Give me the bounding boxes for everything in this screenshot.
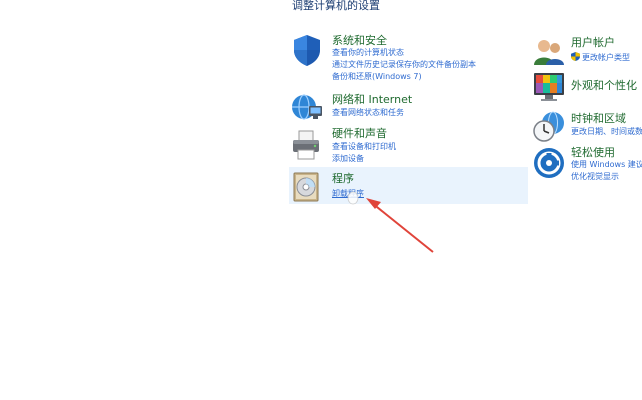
category-title-hardware-sound[interactable]: 硬件和声音 xyxy=(332,127,387,140)
category-title-user-accounts[interactable]: 用户帐户 xyxy=(571,36,615,49)
programs-disc-icon xyxy=(293,172,319,202)
category-hardware-sound[interactable] xyxy=(290,128,324,166)
ease-of-access-icon xyxy=(534,148,564,178)
category-title-network-internet[interactable]: 网络和 Internet xyxy=(332,93,412,106)
mouse-cursor-icon xyxy=(347,191,359,205)
link-add-device[interactable]: 添加设备 xyxy=(332,154,364,164)
link-network-status[interactable]: 查看网络状态和任务 xyxy=(332,108,404,118)
link-optimize-display[interactable]: 优化视觉显示 xyxy=(571,172,619,182)
network-globe-icon xyxy=(292,94,322,120)
category-network-internet[interactable] xyxy=(290,90,324,128)
category-ease-of-access[interactable] xyxy=(532,146,566,184)
page-heading: 调整计算机的设置 xyxy=(292,0,380,12)
category-system-security[interactable] xyxy=(290,33,324,71)
category-title-programs[interactable]: 程序 xyxy=(332,172,354,185)
clock-globe-icon xyxy=(533,111,564,142)
printer-icon xyxy=(293,130,319,160)
link-change-account-type-label: 更改帐户类型 xyxy=(582,53,630,62)
link-file-history[interactable]: 通过文件历史记录保存你的文件备份副本 xyxy=(332,60,476,70)
link-backup-restore[interactable]: 备份和还原(Windows 7) xyxy=(332,72,422,82)
link-devices-printers[interactable]: 查看设备和打印机 xyxy=(332,142,396,152)
appearance-monitor-icon xyxy=(534,73,564,101)
category-appearance[interactable] xyxy=(532,70,566,108)
category-user-accounts[interactable] xyxy=(532,35,566,73)
shield-icon xyxy=(294,35,320,66)
link-view-computer-status[interactable]: 查看你的计算机状态 xyxy=(332,48,404,58)
programs-hover-highlight xyxy=(289,167,528,204)
users-icon xyxy=(534,40,564,65)
category-title-clock-region[interactable]: 时钟和区域 xyxy=(571,112,626,125)
category-title-system-security[interactable]: 系统和安全 xyxy=(332,34,387,47)
link-change-date-time[interactable]: 更改日期、时间或数字格式 xyxy=(571,127,642,137)
category-title-appearance[interactable]: 外观和个性化 xyxy=(571,79,637,92)
link-change-account-type[interactable]: 更改帐户类型 xyxy=(571,52,630,63)
category-clock-region[interactable] xyxy=(532,110,566,148)
category-title-ease-of-access[interactable]: 轻松使用 xyxy=(571,146,615,159)
uac-shield-icon xyxy=(571,52,580,61)
link-windows-suggested-settings[interactable]: 使用 Windows 建议的设置 xyxy=(571,160,642,170)
category-programs[interactable] xyxy=(290,169,324,207)
